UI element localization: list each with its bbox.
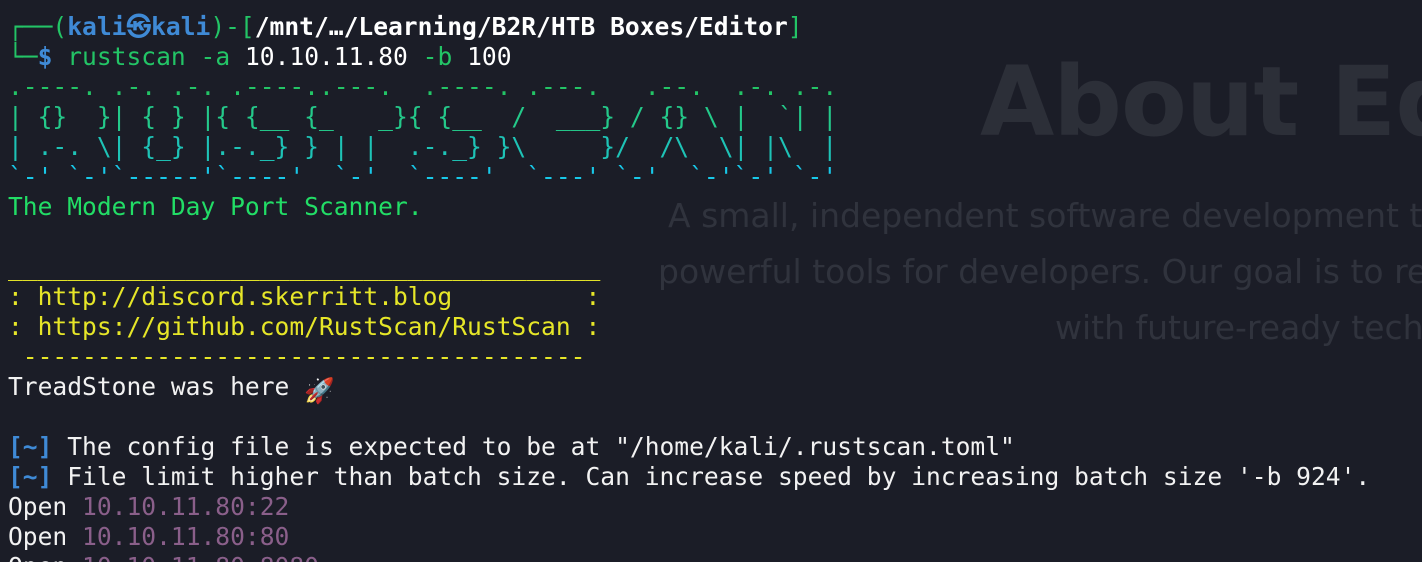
signature-line: TreadStone was here 🚀: [8, 372, 1370, 405]
open-port-line: Open 10.10.11.80:22: [8, 492, 1370, 522]
open-port-address: 10.10.11.80:80: [82, 522, 290, 551]
prompt-host: kali: [151, 12, 211, 41]
command-batch-size: 100: [467, 42, 512, 71]
logo-text: `-' `-'`-----'`----' `-' `----' `---' `-…: [8, 162, 838, 191]
tagline: The Modern Day Port Scanner.: [8, 192, 423, 221]
rocket-icon: 🚀: [304, 376, 335, 405]
open-label: Open: [8, 522, 83, 551]
prompt-dollar: $: [37, 42, 53, 71]
prompt-user: kali: [67, 12, 127, 41]
info-tag: [~]: [8, 432, 53, 461]
open-port-address: 10.10.11.80:8080: [82, 552, 319, 562]
open-label: Open: [8, 492, 83, 521]
info-text: The config file is expected to be at "/h…: [52, 432, 1015, 461]
command-flag-a: -a: [200, 42, 231, 71]
logo-text: .----. .-. .-. .----..---. .----. .---. …: [8, 72, 838, 101]
prompt-header-line: ┌──(kali㉿kali)-[/mnt/…/Learning/B2R/HTB …: [8, 12, 1370, 42]
prompt-path: /mnt/…/Learning/B2R/HTB Boxes/Editor: [254, 12, 788, 41]
open-port-line: Open 10.10.11.80:8080: [8, 552, 1370, 562]
logo-text: | {} }| { } |{ {__ {_ _}{ {__ / ___} / {…: [8, 102, 838, 131]
prompt-frame-open: ┌──(: [8, 12, 68, 41]
info-message-file-limit: [~] File limit higher than batch size. C…: [8, 462, 1370, 492]
command-target-ip: 10.10.11.80: [244, 42, 408, 71]
command-line[interactable]: └─$ rustscan -a 10.10.11.80 -b 100: [8, 42, 1370, 72]
signature-text: TreadStone was here: [8, 372, 305, 401]
prompt-frame-second: └─: [8, 42, 38, 71]
prompt-at-icon: ㉿: [126, 12, 152, 41]
open-label: Open: [8, 552, 82, 562]
command-flag-b: -b: [422, 42, 453, 71]
banner-discord-link: : http://discord.skerritt.blog :: [8, 282, 601, 311]
info-text: File limit higher than batch size. Can i…: [52, 462, 1371, 491]
logo-line-1: .----. .-. .-. .----..---. .----. .---. …: [8, 72, 1370, 102]
prompt-frame-mid: )-[: [210, 12, 255, 41]
logo-line-2: | {} }| { } |{ {__ {_ _}{ {__ / ___} / {…: [8, 102, 1370, 132]
prompt-frame-close: ]: [787, 12, 803, 41]
open-port-line: Open 10.10.11.80:80: [8, 522, 1370, 552]
open-port-address: 10.10.11.80:22: [82, 492, 290, 521]
banner-github-link: : https://github.com/RustScan/RustScan :: [8, 312, 601, 341]
command-name: rustscan: [67, 42, 186, 71]
banner-box-top: ________________________________________: [8, 252, 601, 281]
terminal-output[interactable]: ┌──(kali㉿kali)-[/mnt/…/Learning/B2R/HTB …: [8, 12, 1370, 562]
logo-line-4: `-' `-'`-----'`----' `-' `----' `---' `-…: [8, 162, 1370, 192]
info-message-config: [~] The config file is expected to be at…: [8, 432, 1370, 462]
info-tag: [~]: [8, 462, 53, 491]
logo-text: | .-. \| {_} |.-._} } | | .-._} }\ }/ /\…: [8, 132, 838, 161]
banner-box-bottom: --------------------------------------: [8, 342, 586, 371]
terminal-window[interactable]: About Edi A small, independent software …: [0, 0, 1422, 562]
logo-line-3: | .-. \| {_} |.-._} } | | .-._} }\ }/ /\…: [8, 132, 1370, 162]
